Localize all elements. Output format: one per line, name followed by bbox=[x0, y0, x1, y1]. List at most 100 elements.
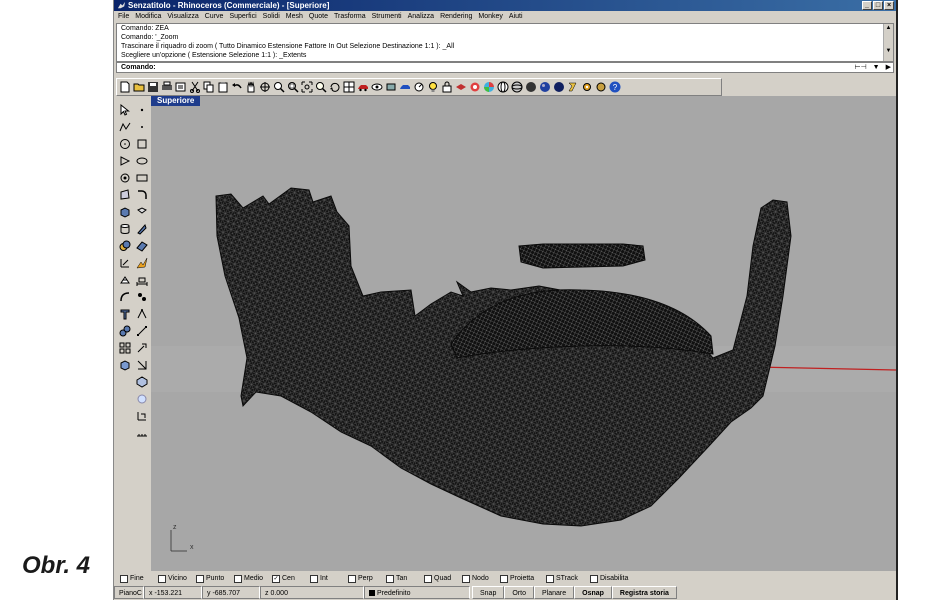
light-bulb-icon[interactable] bbox=[427, 81, 439, 93]
checkbox-icon[interactable] bbox=[158, 574, 166, 583]
floating-mesh-part[interactable] bbox=[518, 243, 646, 269]
rectangle-icon[interactable] bbox=[135, 171, 148, 184]
checkbox-icon[interactable] bbox=[424, 574, 432, 583]
osnap-cen[interactable]: ✓ Cen bbox=[272, 572, 306, 585]
menu-visualizza[interactable]: Visualizza bbox=[167, 11, 198, 22]
surface-corner-icon[interactable] bbox=[118, 188, 131, 201]
rendered-sphere-icon[interactable] bbox=[525, 81, 537, 93]
boolean-icon[interactable] bbox=[118, 239, 131, 252]
osnap-int[interactable]: Int bbox=[310, 572, 344, 585]
checkbox-checked-icon[interactable]: ✓ bbox=[272, 574, 280, 583]
fillet-icon[interactable] bbox=[135, 188, 148, 201]
tools-gear-icon[interactable] bbox=[595, 81, 607, 93]
point-icon[interactable] bbox=[135, 103, 148, 116]
color-wheel-icon[interactable] bbox=[483, 81, 495, 93]
sweep-icon[interactable] bbox=[135, 222, 148, 235]
registra-storia-toggle[interactable]: Registra storia bbox=[611, 586, 677, 599]
menu-aiuti[interactable]: Aiuti bbox=[509, 11, 523, 22]
show-objects-icon[interactable] bbox=[385, 81, 397, 93]
four-viewports-icon[interactable] bbox=[343, 81, 355, 93]
explode-icon[interactable] bbox=[135, 256, 148, 269]
hide-eye-icon[interactable] bbox=[371, 81, 383, 93]
menu-trasforma[interactable]: Trasforma bbox=[334, 11, 366, 22]
split-icon[interactable] bbox=[135, 307, 148, 320]
rectangle-points-icon[interactable] bbox=[135, 137, 148, 150]
options-icon[interactable] bbox=[567, 81, 579, 93]
checkbox-icon[interactable] bbox=[348, 574, 356, 583]
osnap-tan[interactable]: Tan bbox=[386, 572, 420, 585]
cylinder-icon[interactable] bbox=[118, 222, 131, 235]
zoom-selected-icon[interactable] bbox=[315, 81, 327, 93]
cage-edit-icon[interactable] bbox=[135, 375, 148, 388]
points-icon[interactable] bbox=[135, 120, 148, 133]
menu-quote[interactable]: Quote bbox=[309, 11, 328, 22]
curve-arc-icon[interactable] bbox=[118, 290, 131, 303]
layer-icon[interactable] bbox=[455, 81, 467, 93]
menu-curve[interactable]: Curve bbox=[205, 11, 224, 22]
scroll-down-arrow-icon[interactable]: ▼ bbox=[884, 47, 893, 56]
cut-icon[interactable] bbox=[189, 81, 201, 93]
command-line[interactable]: Comando: ⊢⊣ ▼ ▶ bbox=[116, 62, 894, 73]
render-dark-sphere-icon[interactable] bbox=[553, 81, 565, 93]
checkbox-icon[interactable] bbox=[462, 574, 470, 583]
viewport-canvas[interactable] bbox=[151, 96, 896, 571]
zoom-window-icon[interactable] bbox=[287, 81, 299, 93]
car-icon[interactable] bbox=[357, 81, 369, 93]
checkbox-icon[interactable] bbox=[590, 574, 598, 583]
wireframe-sphere-icon[interactable] bbox=[497, 81, 509, 93]
select-arrow-icon[interactable] bbox=[118, 103, 131, 116]
menu-strumenti[interactable]: Strumenti bbox=[372, 11, 402, 22]
osnap-vicino[interactable]: Vicino bbox=[158, 572, 192, 585]
select-car-icon[interactable] bbox=[399, 81, 411, 93]
osnap-proietta[interactable]: Proietta bbox=[500, 572, 542, 585]
target-circle-icon[interactable] bbox=[118, 171, 131, 184]
maximize-button[interactable]: □ bbox=[873, 1, 883, 10]
menu-file[interactable]: File bbox=[118, 11, 129, 22]
menu-rendering[interactable]: Rendering bbox=[440, 11, 472, 22]
menu-solidi[interactable]: Solidi bbox=[263, 11, 280, 22]
osnap-punto[interactable]: Punto bbox=[196, 572, 230, 585]
move-icon[interactable] bbox=[135, 341, 148, 354]
box-solid-icon[interactable] bbox=[118, 205, 131, 218]
pan-hand-icon[interactable] bbox=[245, 81, 257, 93]
checkbox-icon[interactable] bbox=[234, 574, 242, 583]
osnap-nodo[interactable]: Nodo bbox=[462, 572, 496, 585]
help-icon[interactable]: ? bbox=[609, 81, 621, 93]
osnap-toggle[interactable]: Osnap bbox=[574, 586, 612, 599]
shaded-sphere-icon[interactable] bbox=[511, 81, 523, 93]
group-box-icon[interactable] bbox=[118, 358, 131, 371]
render-blue-sphere-icon[interactable] bbox=[539, 81, 551, 93]
new-file-icon[interactable] bbox=[119, 81, 131, 93]
mesh-icon[interactable] bbox=[118, 273, 131, 286]
paste-icon[interactable] bbox=[217, 81, 229, 93]
copy-icon[interactable] bbox=[203, 81, 215, 93]
analyze-icon[interactable] bbox=[135, 290, 148, 303]
planare-toggle[interactable]: Planare bbox=[533, 586, 575, 599]
checkbox-icon[interactable] bbox=[500, 574, 508, 583]
ellipse-icon[interactable] bbox=[135, 154, 148, 167]
circle-icon[interactable] bbox=[118, 137, 131, 150]
open-folder-icon[interactable] bbox=[133, 81, 145, 93]
viewport-title[interactable]: Superiore bbox=[151, 96, 201, 106]
dimension-icon[interactable] bbox=[135, 273, 148, 286]
snap-toggle[interactable]: Snap bbox=[472, 586, 505, 599]
expand-arrow-icon[interactable]: ▶ bbox=[886, 63, 891, 72]
dropdown-arrow-icon[interactable]: ▼ bbox=[873, 63, 880, 72]
loft-icon[interactable] bbox=[135, 239, 148, 252]
minimize-button[interactable]: _ bbox=[862, 1, 872, 10]
menu-analizza[interactable]: Analizza bbox=[408, 11, 434, 22]
checkbox-icon[interactable] bbox=[310, 574, 318, 583]
close-button[interactable]: × bbox=[884, 1, 894, 10]
transform-icon[interactable] bbox=[118, 256, 131, 269]
lock-icon[interactable] bbox=[441, 81, 453, 93]
trim-icon[interactable] bbox=[118, 307, 131, 320]
polyline-icon[interactable] bbox=[118, 120, 131, 133]
print-icon[interactable] bbox=[161, 81, 173, 93]
undo-icon[interactable] bbox=[231, 81, 243, 93]
status-layer[interactable]: Predefinito bbox=[364, 586, 470, 599]
checkbox-icon[interactable] bbox=[120, 574, 128, 583]
menu-mesh[interactable]: Mesh bbox=[286, 11, 303, 22]
zoom-extents-icon[interactable] bbox=[301, 81, 313, 93]
checkbox-icon[interactable] bbox=[546, 574, 554, 583]
join-icon[interactable] bbox=[118, 324, 131, 337]
